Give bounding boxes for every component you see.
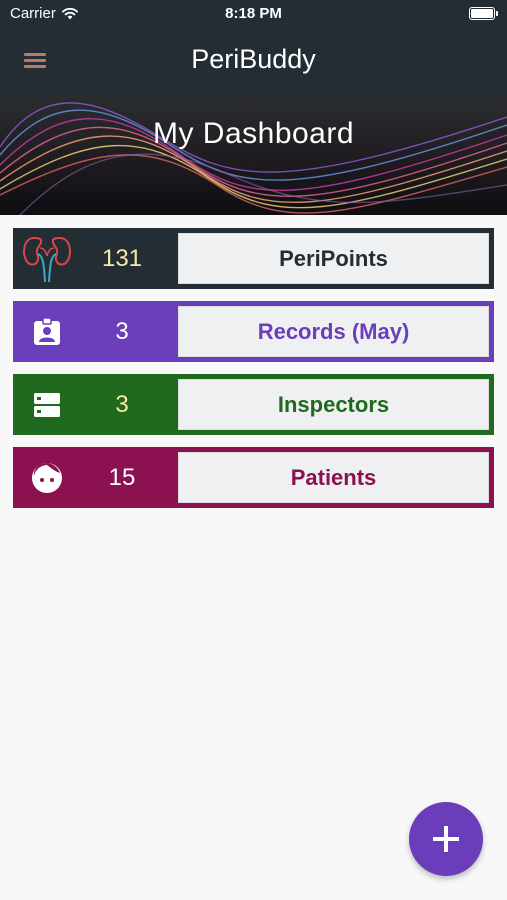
- dashboard-banner: My Dashboard: [0, 95, 507, 215]
- inspectors-label: Inspectors: [178, 379, 489, 430]
- kidney-icon: [18, 233, 76, 284]
- top-app-bar: Carrier 8:18 PM PeriBuddy: [0, 0, 507, 95]
- peripoints-count: 131: [101, 245, 143, 272]
- plus-icon: [433, 826, 459, 852]
- status-bar: Carrier 8:18 PM: [0, 0, 507, 28]
- patients-card[interactable]: 15 Patients: [13, 447, 494, 508]
- id-badge-icon: [18, 306, 76, 357]
- app-title: PeriBuddy: [191, 44, 316, 74]
- battery-icon: [469, 7, 498, 20]
- storage-icon: [18, 379, 76, 430]
- inspectors-count: 3: [115, 391, 129, 418]
- peripoints-card[interactable]: 131 PeriPoints: [13, 228, 494, 289]
- peripoints-label: PeriPoints: [178, 233, 489, 284]
- add-button[interactable]: [409, 802, 483, 876]
- records-card[interactable]: 3 Records (May): [13, 301, 494, 362]
- dashboard-title: My Dashboard: [152, 117, 355, 150]
- records-count: 3: [115, 318, 129, 345]
- abstract-waves-graphic: [0, 102, 507, 215]
- records-label: Records (May): [178, 306, 489, 357]
- inspectors-card[interactable]: 3 Inspectors: [13, 374, 494, 435]
- child-face-icon: [18, 452, 76, 503]
- status-time: 8:18 PM: [225, 5, 282, 22]
- patients-count: 15: [108, 464, 136, 491]
- patients-label: Patients: [178, 452, 489, 503]
